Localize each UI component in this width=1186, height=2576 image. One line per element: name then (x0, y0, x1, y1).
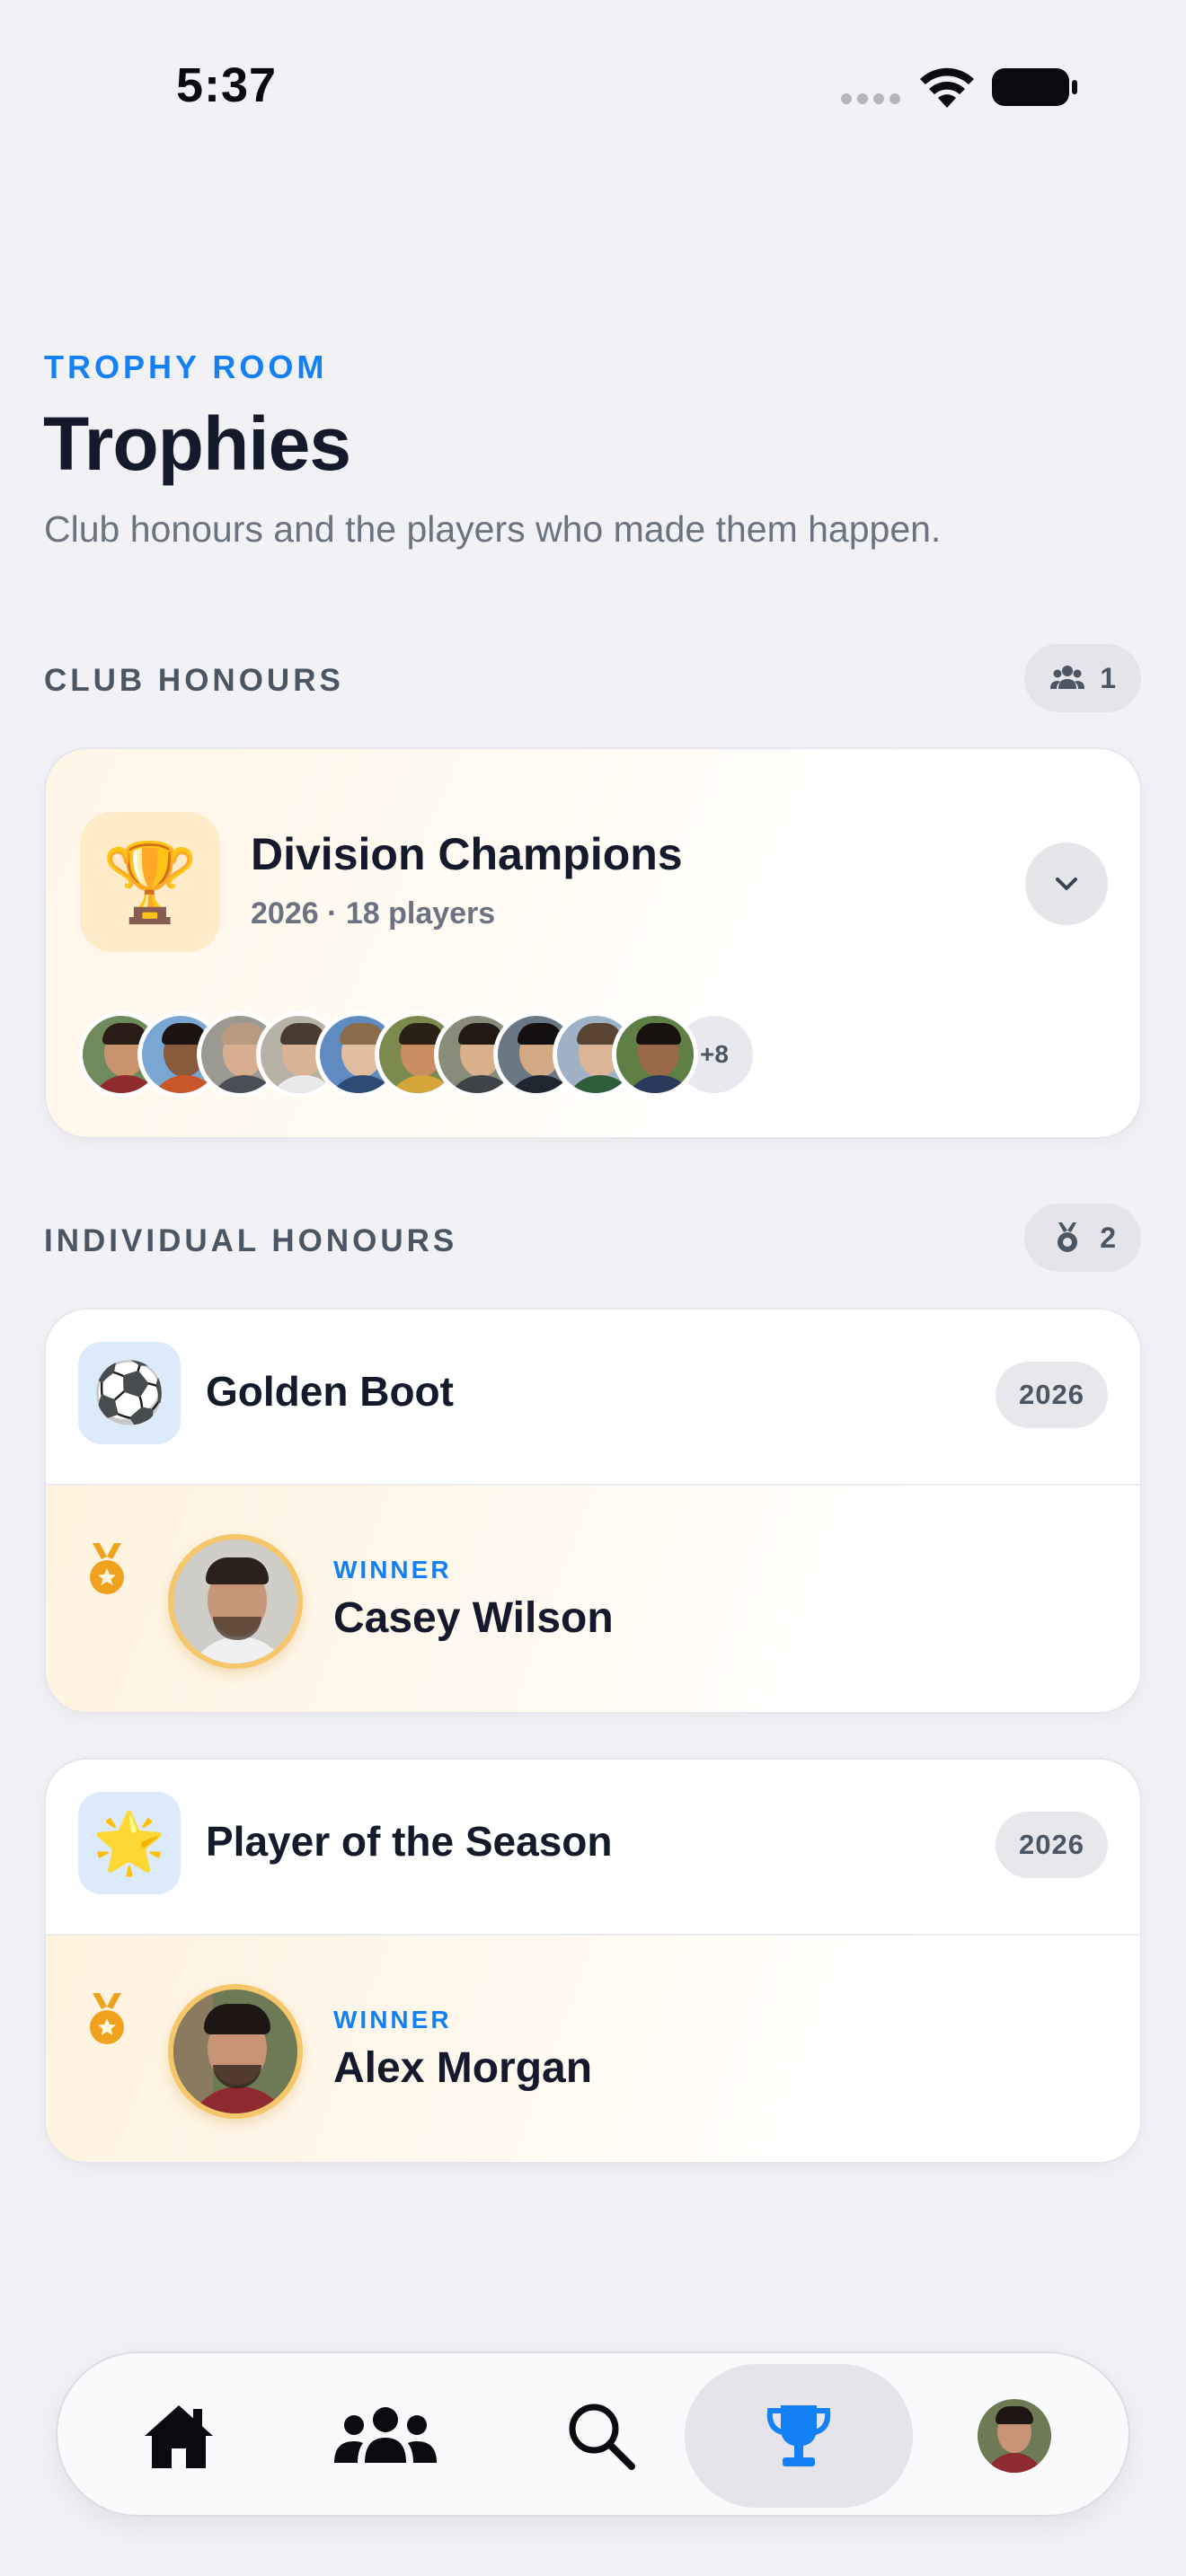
winner-name: Alex Morgan (333, 2044, 593, 2092)
club-honour-meta: 2026 · 18 players (251, 896, 496, 931)
club-honours-count: 1 (1024, 644, 1141, 712)
search-icon (569, 2404, 635, 2470)
status-bar: 5:37 (0, 0, 1186, 171)
player-avatar-row[interactable]: +8 (78, 1011, 757, 1098)
tab-bar (56, 2351, 1130, 2517)
club-honours-heading: CLUB HONOURS (44, 663, 344, 698)
avatar (978, 2399, 1051, 2473)
chevron-down-icon (1056, 878, 1077, 890)
tab-trophies[interactable] (685, 2364, 913, 2508)
battery-icon (992, 68, 1077, 106)
medal-icon (1058, 1222, 1078, 1252)
medal-icon (90, 1543, 124, 1594)
winner-row[interactable]: WINNER Casey Wilson (46, 1484, 1140, 1712)
honour-card-player-of-the-season[interactable]: 🌟 Player of the Season 2026 WINNER Alex … (44, 1758, 1142, 2164)
honour-card-golden-boot[interactable]: ⚽ Golden Boot 2026 WINNER Casey Wilson (44, 1308, 1142, 1714)
honour-header: 🌟 Player of the Season 2026 (46, 1760, 1140, 1932)
club-honour-card[interactable]: 🏆 Division Champions 2026 · 18 players +… (44, 747, 1142, 1139)
people-icon (1050, 666, 1085, 689)
individual-honours-count-value: 2 (1100, 1221, 1116, 1254)
honour-title: Player of the Season (206, 1818, 613, 1865)
medal-icon (90, 1993, 124, 2044)
people-icon (334, 2407, 437, 2463)
winner-name: Casey Wilson (333, 1594, 614, 1642)
honour-header: ⚽ Golden Boot 2026 (46, 1310, 1140, 1482)
football-icon: ⚽ (78, 1342, 181, 1444)
year-badge: 2026 (996, 1362, 1108, 1428)
winner-label: WINNER (333, 2006, 452, 2033)
signal-icon (841, 93, 902, 104)
individual-honours-heading: INDIVIDUAL HONOURS (44, 1223, 458, 1258)
winner-avatar (168, 1984, 303, 2119)
winner-row[interactable]: WINNER Alex Morgan (46, 1934, 1140, 2162)
club-honours-count-value: 1 (1100, 661, 1116, 694)
tab-search[interactable] (543, 2364, 659, 2508)
honour-title: Golden Boot (206, 1368, 454, 1415)
year-badge: 2026 (996, 1812, 1108, 1878)
club-honour-title: Division Champions (251, 829, 683, 879)
winner-avatar (168, 1534, 303, 1669)
tab-profile[interactable] (956, 2364, 1073, 2508)
status-time: 5:37 (176, 58, 278, 112)
winner-label: WINNER (333, 1556, 452, 1584)
individual-honours-count: 2 (1024, 1204, 1141, 1272)
tab-team[interactable] (318, 2364, 453, 2508)
trophy-icon (766, 2405, 831, 2466)
page-subtitle: Club honours and the players who made th… (44, 508, 942, 550)
page-eyebrow: TROPHY ROOM (44, 348, 328, 385)
expand-button[interactable] (1025, 842, 1108, 925)
page-title: Trophies (43, 401, 351, 486)
tab-home[interactable] (120, 2364, 237, 2508)
trophy-icon: 🏆 (80, 812, 220, 952)
star-icon: 🌟 (78, 1792, 181, 1894)
player-avatar (612, 1011, 698, 1098)
wifi-icon (920, 67, 974, 108)
home-icon (145, 2405, 213, 2468)
